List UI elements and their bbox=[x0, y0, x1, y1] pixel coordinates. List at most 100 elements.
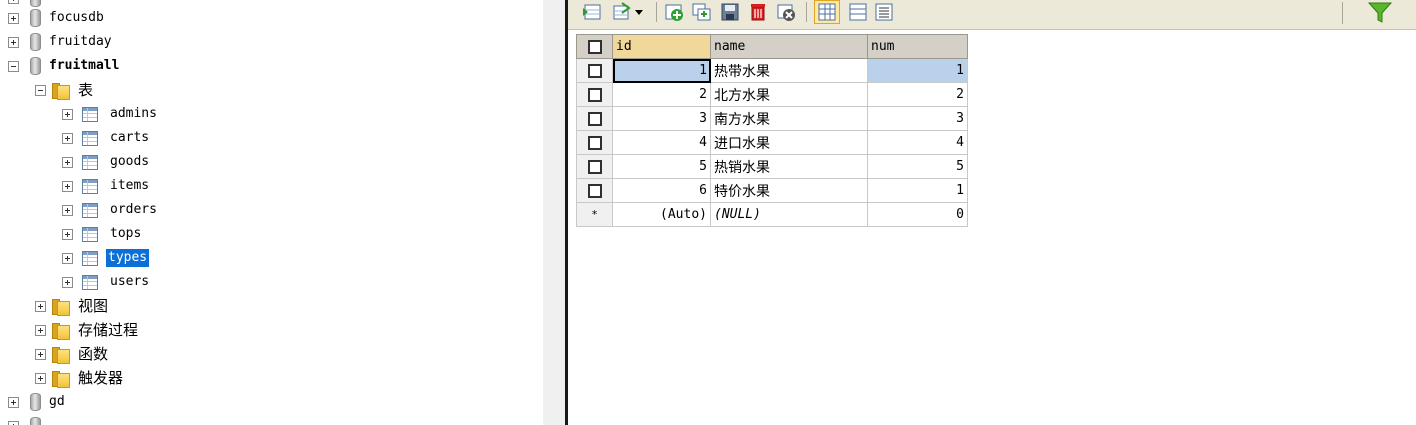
database-icon bbox=[30, 57, 41, 75]
toolbar-separator bbox=[1342, 2, 1343, 24]
cell-id[interactable]: (Auto) bbox=[612, 202, 711, 227]
row-checkbox[interactable] bbox=[587, 63, 602, 78]
expand-icon[interactable] bbox=[8, 0, 19, 4]
table-row[interactable]: 1 热带水果 1 bbox=[576, 58, 968, 83]
form-view-icon[interactable] bbox=[848, 2, 868, 22]
expand-icon[interactable] bbox=[62, 252, 73, 264]
expand-icon[interactable] bbox=[62, 228, 73, 240]
cell-name[interactable]: 热带水果 bbox=[710, 58, 868, 83]
delete-icon[interactable] bbox=[748, 2, 768, 22]
new-row[interactable]: * (Auto) (NULL) 0 bbox=[576, 202, 968, 227]
tree-folder-views[interactable]: 视图 bbox=[35, 294, 110, 318]
expand-icon[interactable] bbox=[62, 276, 73, 288]
import-dropdown-icon[interactable] bbox=[612, 2, 632, 22]
tree-table-carts[interactable]: carts bbox=[62, 126, 151, 150]
tree-table-admins[interactable]: admins bbox=[62, 102, 159, 126]
expand-icon[interactable] bbox=[62, 156, 73, 168]
row-checkbox-cell[interactable] bbox=[576, 178, 613, 203]
column-header-id[interactable]: id bbox=[612, 34, 711, 59]
cancel-changes-icon[interactable] bbox=[776, 2, 796, 22]
tree-folder-tables[interactable]: 表 bbox=[35, 78, 95, 102]
tree-table-goods[interactable]: goods bbox=[62, 150, 151, 174]
tree-folder-triggers[interactable]: 触发器 bbox=[35, 366, 125, 390]
save-icon[interactable] bbox=[720, 2, 740, 22]
cell-num[interactable]: 1 bbox=[867, 178, 968, 203]
tree-table-items[interactable]: items bbox=[62, 174, 151, 198]
expand-icon[interactable] bbox=[62, 180, 73, 192]
table-row[interactable]: 5 热销水果 5 bbox=[576, 154, 968, 179]
row-checkbox-cell[interactable] bbox=[576, 130, 613, 155]
expand-icon[interactable] bbox=[8, 12, 19, 24]
table-row[interactable]: 6 特价水果 1 bbox=[576, 178, 968, 203]
tree-db-fruitday[interactable]: fruitday bbox=[8, 30, 114, 54]
cell-name[interactable]: 南方水果 bbox=[710, 106, 868, 131]
cell-id[interactable]: 1 bbox=[612, 58, 711, 83]
row-checkbox[interactable] bbox=[587, 159, 602, 174]
text-view-icon[interactable] bbox=[874, 2, 894, 22]
duplicate-row-icon[interactable] bbox=[692, 2, 712, 22]
tree-table-orders[interactable]: orders bbox=[62, 198, 159, 222]
cell-num[interactable]: 2 bbox=[867, 82, 968, 107]
cell-id[interactable]: 3 bbox=[612, 106, 711, 131]
cell-name[interactable]: (NULL) bbox=[710, 202, 868, 227]
expand-icon[interactable] bbox=[62, 108, 73, 120]
cell-name[interactable]: 特价水果 bbox=[710, 178, 868, 203]
insert-row-icon[interactable] bbox=[582, 2, 602, 22]
tree-db-fruitmall[interactable]: fruitmall bbox=[8, 54, 121, 78]
cell-name[interactable]: 北方水果 bbox=[710, 82, 868, 107]
tree-folder-label: 表 bbox=[78, 81, 94, 99]
collapse-icon[interactable] bbox=[35, 84, 46, 96]
tree-table-tops[interactable]: tops bbox=[62, 222, 143, 246]
tree-db-label: gd bbox=[49, 394, 65, 409]
row-checkbox-cell[interactable] bbox=[576, 154, 613, 179]
row-checkbox-cell[interactable] bbox=[576, 106, 613, 131]
cell-id[interactable]: 2 bbox=[612, 82, 711, 107]
column-header-name[interactable]: name bbox=[710, 34, 868, 59]
row-checkbox[interactable] bbox=[587, 183, 602, 198]
expand-icon[interactable] bbox=[35, 348, 46, 360]
row-checkbox[interactable] bbox=[587, 111, 602, 126]
grid-view-icon[interactable] bbox=[814, 0, 840, 24]
cell-name[interactable]: 进口水果 bbox=[710, 130, 868, 155]
tree-db-focusdb[interactable]: focusdb bbox=[8, 6, 106, 30]
pane-splitter[interactable] bbox=[543, 0, 567, 425]
filter-icon[interactable] bbox=[1368, 2, 1392, 24]
expand-icon[interactable] bbox=[62, 204, 73, 216]
row-checkbox[interactable] bbox=[587, 87, 602, 102]
expand-icon[interactable] bbox=[35, 324, 46, 336]
collapse-icon[interactable] bbox=[8, 60, 19, 72]
tree-row-partial[interactable] bbox=[8, 414, 41, 425]
cell-num[interactable]: 0 bbox=[867, 202, 968, 227]
expand-icon[interactable] bbox=[62, 132, 73, 144]
tree-db-gd[interactable]: gd bbox=[8, 390, 67, 414]
cell-id[interactable]: 5 bbox=[612, 154, 711, 179]
table-row[interactable]: 4 进口水果 4 bbox=[576, 130, 968, 155]
select-all-checkbox[interactable] bbox=[587, 39, 602, 54]
row-checkbox-cell[interactable] bbox=[576, 82, 613, 107]
tree-table-users[interactable]: users bbox=[62, 270, 151, 294]
cell-num[interactable]: 4 bbox=[867, 130, 968, 155]
add-record-icon[interactable] bbox=[664, 2, 684, 22]
expand-icon[interactable] bbox=[8, 396, 19, 408]
expand-icon[interactable] bbox=[8, 420, 19, 425]
cell-id[interactable]: 4 bbox=[612, 130, 711, 155]
cell-num[interactable]: 3 bbox=[867, 106, 968, 131]
cell-num[interactable]: 1 bbox=[867, 58, 968, 83]
tree-table-types[interactable]: types bbox=[62, 246, 150, 270]
splitter-divider bbox=[565, 0, 568, 425]
expand-icon[interactable] bbox=[35, 300, 46, 312]
column-header-num[interactable]: num bbox=[867, 34, 968, 59]
cell-id[interactable]: 6 bbox=[612, 178, 711, 203]
tree-folder-functions[interactable]: 函数 bbox=[35, 342, 110, 366]
table-row[interactable]: 2 北方水果 2 bbox=[576, 82, 968, 107]
row-checkbox[interactable] bbox=[587, 135, 602, 150]
select-all-checkbox-cell[interactable] bbox=[576, 34, 613, 59]
row-checkbox-cell[interactable] bbox=[576, 58, 613, 83]
table-row[interactable]: 3 南方水果 3 bbox=[576, 106, 968, 131]
chevron-down-icon[interactable] bbox=[634, 2, 644, 22]
cell-num[interactable]: 5 bbox=[867, 154, 968, 179]
expand-icon[interactable] bbox=[35, 372, 46, 384]
expand-icon[interactable] bbox=[8, 36, 19, 48]
cell-name[interactable]: 热销水果 bbox=[710, 154, 868, 179]
tree-folder-procedures[interactable]: 存储过程 bbox=[35, 318, 140, 342]
